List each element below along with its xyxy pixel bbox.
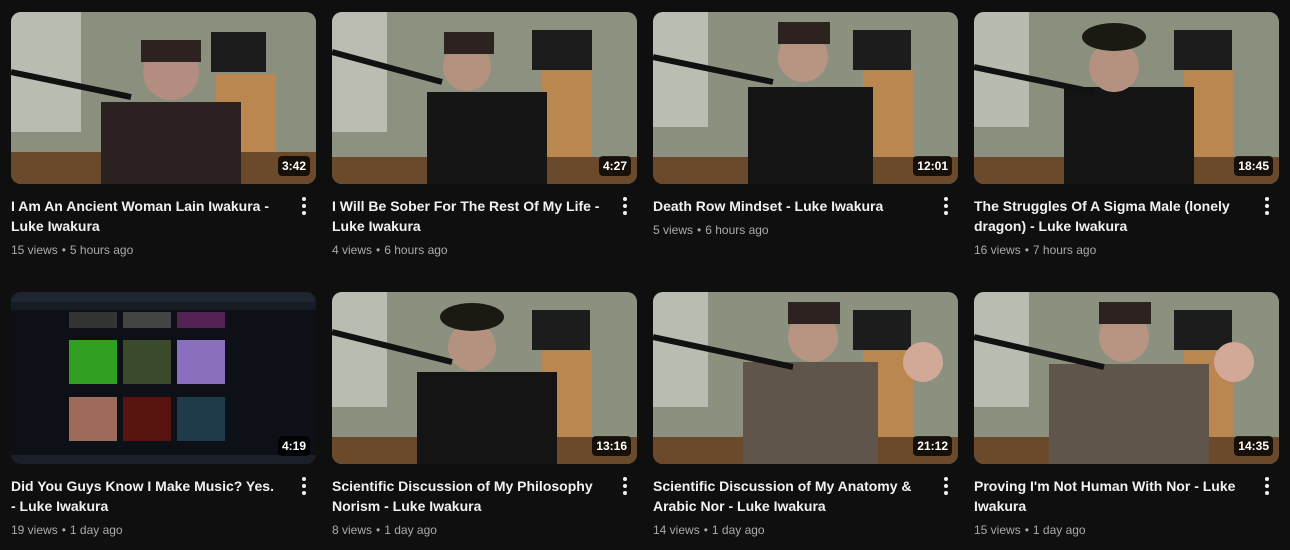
video-stats: 19 views • 1 day ago <box>11 521 282 539</box>
video-card[interactable]: 12:01 Death Row Mindset - Luke Iwakura 5… <box>653 12 958 239</box>
video-card[interactable]: 21:12 Scientific Discussion of My Anatom… <box>653 292 958 539</box>
upload-age: 5 hours ago <box>69 243 134 257</box>
more-options-icon[interactable] <box>292 194 316 218</box>
video-title[interactable]: I Am An Ancient Woman Lain Iwakura - Luk… <box>11 196 282 236</box>
upload-age: 6 hours ago <box>384 243 448 257</box>
upload-age: 1 day ago <box>711 523 765 537</box>
room-scene-image <box>653 292 958 464</box>
video-thumbnail[interactable]: 18:45 <box>974 12 1279 184</box>
room-scene-image <box>332 12 637 184</box>
room-scene-image <box>332 292 637 464</box>
more-options-icon[interactable] <box>934 474 958 498</box>
video-stats: 5 views • 6 hours ago <box>653 221 924 239</box>
video-title[interactable]: Did You Guys Know I Make Music? Yes. - L… <box>11 476 282 516</box>
upload-age: 1 day ago <box>384 523 437 537</box>
video-title[interactable]: Scientific Discussion of My Philosophy N… <box>332 476 603 516</box>
view-count: 15 views <box>974 523 1021 537</box>
video-grid: 3:42 I Am An Ancient Woman Lain Iwakura … <box>0 0 1290 550</box>
video-title[interactable]: Death Row Mindset - Luke Iwakura <box>653 196 924 216</box>
more-options-icon[interactable] <box>1255 194 1279 218</box>
video-thumbnail[interactable]: 14:35 <box>974 292 1279 464</box>
video-thumbnail[interactable]: 4:27 <box>332 12 637 184</box>
view-count: 8 views <box>332 523 373 537</box>
video-card[interactable]: 14:35 Proving I'm Not Human With Nor - L… <box>974 292 1279 539</box>
room-scene-image <box>11 12 316 184</box>
upload-age: 1 day ago <box>69 523 123 537</box>
video-card[interactable]: 13:16 Scientific Discussion of My Philos… <box>332 292 637 539</box>
upload-age: 6 hours ago <box>705 223 769 237</box>
view-count: 16 views <box>974 243 1021 257</box>
video-thumbnail[interactable]: 13:16 <box>332 292 637 464</box>
room-scene-image <box>653 12 958 184</box>
video-duration: 21:12 <box>913 436 952 456</box>
separator: • <box>376 243 381 257</box>
separator: • <box>61 523 66 537</box>
video-card[interactable]: 18:45 The Struggles Of A Sigma Male (lon… <box>974 12 1279 259</box>
view-count: 19 views <box>11 523 58 537</box>
separator: • <box>376 523 381 537</box>
video-stats: 8 views • 1 day ago <box>332 521 603 539</box>
video-card[interactable]: 3:42 I Am An Ancient Woman Lain Iwakura … <box>11 12 316 259</box>
more-options-icon[interactable] <box>292 474 316 498</box>
video-duration: 3:42 <box>277 156 310 176</box>
video-duration: 18:45 <box>1234 156 1273 176</box>
video-duration: 14:35 <box>1234 436 1273 456</box>
view-count: 5 views <box>653 223 694 237</box>
more-options-icon[interactable] <box>1255 474 1279 498</box>
video-card[interactable]: 4:27 I Will Be Sober For The Rest Of My … <box>332 12 637 259</box>
video-stats: 15 views • 5 hours ago <box>11 241 282 259</box>
separator: • <box>1024 523 1029 537</box>
view-count: 15 views <box>11 243 58 257</box>
separator: • <box>703 523 708 537</box>
separator: • <box>1024 243 1029 257</box>
video-duration: 12:01 <box>913 156 952 176</box>
video-title[interactable]: I Will Be Sober For The Rest Of My Life … <box>332 196 603 236</box>
video-thumbnail[interactable]: 12:01 <box>653 12 958 184</box>
video-title[interactable]: Scientific Discussion of My Anatomy & Ar… <box>653 476 924 516</box>
more-options-icon[interactable] <box>613 474 637 498</box>
video-title[interactable]: Proving I'm Not Human With Nor - Luke Iw… <box>974 476 1245 516</box>
room-scene-image <box>974 292 1279 464</box>
video-thumbnail[interactable]: 21:12 <box>653 292 958 464</box>
video-stats: 14 views • 1 day ago <box>653 521 924 539</box>
more-options-icon[interactable] <box>613 194 637 218</box>
separator: • <box>61 243 66 257</box>
video-stats: 16 views • 7 hours ago <box>974 241 1245 259</box>
video-card[interactable]: 4:19 Did You Guys Know I Make Music? Yes… <box>11 292 316 539</box>
view-count: 14 views <box>653 523 700 537</box>
video-duration: 4:19 <box>277 436 310 456</box>
video-stats: 15 views • 1 day ago <box>974 521 1245 539</box>
video-thumbnail[interactable]: 4:19 <box>11 292 316 464</box>
separator: • <box>697 223 702 237</box>
upload-age: 7 hours ago <box>1032 243 1097 257</box>
upload-age: 1 day ago <box>1032 523 1086 537</box>
desktop-screenshot-image <box>11 292 316 464</box>
video-thumbnail[interactable]: 3:42 <box>11 12 316 184</box>
video-duration: 13:16 <box>592 436 631 456</box>
view-count: 4 views <box>332 243 373 257</box>
more-options-icon[interactable] <box>934 194 958 218</box>
video-duration: 4:27 <box>598 156 631 176</box>
video-title[interactable]: The Struggles Of A Sigma Male (lonely dr… <box>974 196 1245 236</box>
room-scene-image <box>974 12 1279 184</box>
video-stats: 4 views • 6 hours ago <box>332 241 603 259</box>
